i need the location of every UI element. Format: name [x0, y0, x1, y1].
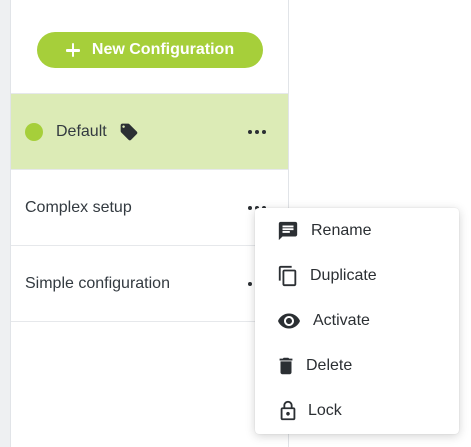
menu-item-lock[interactable]: Lock [255, 388, 459, 433]
menu-item-label: Activate [313, 311, 370, 329]
new-configuration-label: New Configuration [91, 41, 235, 58]
more-dot [255, 129, 259, 134]
menu-item-rename[interactable]: Rename [255, 208, 459, 253]
menu-item-label: Duplicate [310, 266, 377, 284]
new-configuration-button[interactable]: New Configuration [37, 32, 263, 68]
configuration-name: Complex setup [25, 198, 132, 216]
menu-item-label: Rename [311, 221, 372, 239]
menu-item-duplicate[interactable]: Duplicate [255, 253, 459, 298]
trash-icon [279, 357, 293, 374]
active-status-dot [25, 122, 43, 141]
menu-item-label: Lock [308, 401, 342, 419]
configuration-context-menu: Rename Duplicate Activate Delete Lock [255, 208, 459, 434]
left-gutter [0, 0, 11, 447]
plus-icon [65, 43, 80, 57]
more-options-button[interactable] [248, 127, 266, 137]
more-dot [248, 129, 252, 134]
configuration-item-default[interactable]: Default [11, 94, 288, 170]
more-dot [248, 281, 252, 286]
eye-icon [278, 313, 300, 328]
lock-icon [280, 400, 296, 420]
configuration-item-simple-configuration[interactable]: Simple configuration [11, 246, 288, 322]
menu-item-delete[interactable]: Delete [255, 343, 459, 388]
menu-item-activate[interactable]: Activate [255, 298, 459, 343]
comment-icon [278, 221, 298, 240]
configuration-list: Default Complex setup Simple configurati… [11, 93, 288, 322]
configuration-name: Default [56, 122, 107, 140]
app-page: New Configuration Default Complex setup … [0, 0, 471, 447]
menu-item-label: Delete [306, 356, 353, 374]
tag-icon [119, 122, 139, 142]
configuration-name: Simple configuration [25, 274, 170, 292]
configuration-sidebar: New Configuration Default Complex setup … [11, 0, 289, 447]
more-dot [248, 205, 252, 210]
more-dot [262, 129, 266, 134]
copy-icon [278, 265, 297, 286]
configuration-item-complex-setup[interactable]: Complex setup [11, 170, 288, 246]
